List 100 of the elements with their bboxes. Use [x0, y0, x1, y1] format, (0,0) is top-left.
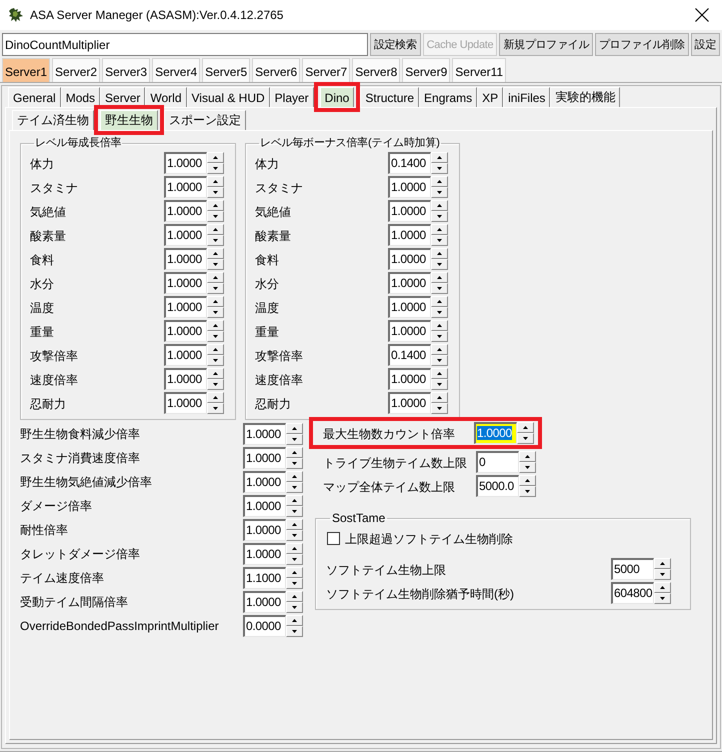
spin-down-button[interactable]	[286, 554, 303, 565]
spin-down-button[interactable]	[431, 379, 448, 390]
spin-down-button[interactable]	[431, 211, 448, 222]
tab[interactable]: Player	[270, 87, 314, 107]
tab[interactable]: Dino	[320, 87, 354, 107]
number-field[interactable]: 1.0000	[164, 368, 207, 390]
search-field[interactable]: DinoCountMultiplier	[2, 33, 368, 56]
spin-down-button[interactable]	[431, 163, 448, 174]
spin-down-button[interactable]	[431, 187, 448, 198]
number-field[interactable]: 5000	[611, 558, 654, 580]
spin-up-button[interactable]	[431, 392, 448, 403]
spin-down-button[interactable]	[207, 259, 224, 270]
number-field[interactable]: 1.0000	[243, 447, 286, 469]
tab[interactable]: Structure	[360, 87, 420, 107]
tab[interactable]: スポーン設定	[164, 110, 246, 130]
spin-up-button[interactable]	[207, 152, 224, 163]
spin-down-button[interactable]	[519, 462, 536, 473]
toolbar-button[interactable]: プロファイル削除	[594, 33, 689, 56]
number-field[interactable]: 1.0000	[164, 296, 207, 318]
number-field[interactable]: 0.0000	[243, 615, 286, 637]
spin-down-button[interactable]	[286, 578, 303, 589]
number-field[interactable]: 1.0000	[164, 248, 207, 270]
spin-up-button[interactable]	[654, 558, 671, 569]
spin-up-button[interactable]	[517, 422, 534, 433]
spin-down-button[interactable]	[286, 602, 303, 613]
number-field[interactable]: 1.0000	[164, 392, 207, 414]
spin-down-button[interactable]	[207, 235, 224, 246]
spin-up-button[interactable]	[431, 296, 448, 307]
spin-down-button[interactable]	[286, 626, 303, 637]
spin-up-button[interactable]	[286, 495, 303, 506]
spin-up-button[interactable]	[207, 296, 224, 307]
number-field[interactable]: 1.0000	[164, 272, 207, 294]
spin-up-button[interactable]	[431, 368, 448, 379]
tab[interactable]: iniFiles	[503, 87, 550, 107]
number-field[interactable]: 1.0000	[388, 392, 431, 414]
number-field[interactable]: 1.0000	[164, 152, 207, 174]
spin-up-button[interactable]	[286, 519, 303, 530]
spin-down-button[interactable]	[207, 331, 224, 342]
number-field[interactable]: 1.0000	[388, 368, 431, 390]
spin-down-button[interactable]	[517, 433, 534, 444]
spin-down-button[interactable]	[207, 379, 224, 390]
number-field[interactable]: 1.0000	[388, 176, 431, 198]
spin-up-button[interactable]	[286, 447, 303, 458]
spin-up-button[interactable]	[431, 224, 448, 235]
spin-up-button[interactable]	[286, 591, 303, 602]
number-field[interactable]: 1.0000	[164, 224, 207, 246]
spin-up-button[interactable]	[431, 248, 448, 259]
tab[interactable]: Mods	[60, 87, 100, 107]
number-field[interactable]: 1.0000	[243, 495, 286, 517]
spin-down-button[interactable]	[519, 486, 536, 497]
spin-down-button[interactable]	[286, 530, 303, 541]
spin-up-button[interactable]	[431, 176, 448, 187]
spin-down-button[interactable]	[431, 259, 448, 270]
number-field[interactable]: 1.0000	[164, 344, 207, 366]
spin-up-button[interactable]	[207, 344, 224, 355]
number-field[interactable]: 1.0000	[164, 200, 207, 222]
number-field[interactable]: 1.0000	[388, 248, 431, 270]
tab[interactable]: Server	[100, 87, 146, 107]
spin-down-button[interactable]	[286, 482, 303, 493]
number-field[interactable]: 0.1400	[388, 152, 431, 174]
spin-up-button[interactable]	[286, 471, 303, 482]
spin-down-button[interactable]	[431, 283, 448, 294]
number-field[interactable]: 1.0000	[164, 176, 207, 198]
spin-up-button[interactable]	[286, 423, 303, 434]
spin-up-button[interactable]	[286, 567, 303, 578]
spin-up-button[interactable]	[207, 200, 224, 211]
tab[interactable]: テイム済生物	[12, 110, 94, 130]
spin-down-button[interactable]	[654, 569, 671, 580]
spin-down-button[interactable]	[207, 307, 224, 318]
toolbar-button[interactable]: 設定	[690, 33, 720, 56]
number-field[interactable]: 1.0000	[388, 224, 431, 246]
spin-down-button[interactable]	[286, 506, 303, 517]
spin-down-button[interactable]	[286, 434, 303, 445]
spin-up-button[interactable]	[207, 392, 224, 403]
spin-up-button[interactable]	[207, 176, 224, 187]
number-field[interactable]: 0	[476, 451, 519, 473]
number-field[interactable]: 604800	[611, 582, 654, 604]
tab[interactable]: 実験的機能	[550, 87, 620, 107]
spin-up-button[interactable]	[207, 272, 224, 283]
number-field[interactable]: 1.0000	[243, 591, 286, 613]
spin-up-button[interactable]	[431, 272, 448, 283]
tab[interactable]: Engrams	[419, 87, 478, 107]
spin-up-button[interactable]	[286, 615, 303, 626]
tab[interactable]: World	[145, 87, 187, 107]
spin-down-button[interactable]	[431, 355, 448, 366]
spin-down-button[interactable]	[207, 211, 224, 222]
number-field[interactable]: 1.0000	[243, 471, 286, 493]
spin-up-button[interactable]	[207, 320, 224, 331]
toolbar-button[interactable]: 設定検索	[370, 33, 421, 56]
number-field[interactable]: 1.0000	[388, 272, 431, 294]
tab[interactable]: Visual & HUD	[186, 87, 270, 107]
spin-down-button[interactable]	[207, 283, 224, 294]
tab[interactable]: XP	[477, 87, 504, 107]
spin-down-button[interactable]	[286, 458, 303, 469]
spin-up-button[interactable]	[431, 200, 448, 211]
spin-up-button[interactable]	[654, 582, 671, 593]
number-field[interactable]: 0.1400	[388, 344, 431, 366]
number-field[interactable]: 1.0000	[388, 200, 431, 222]
spin-up-button[interactable]	[207, 368, 224, 379]
spin-up-button[interactable]	[207, 248, 224, 259]
